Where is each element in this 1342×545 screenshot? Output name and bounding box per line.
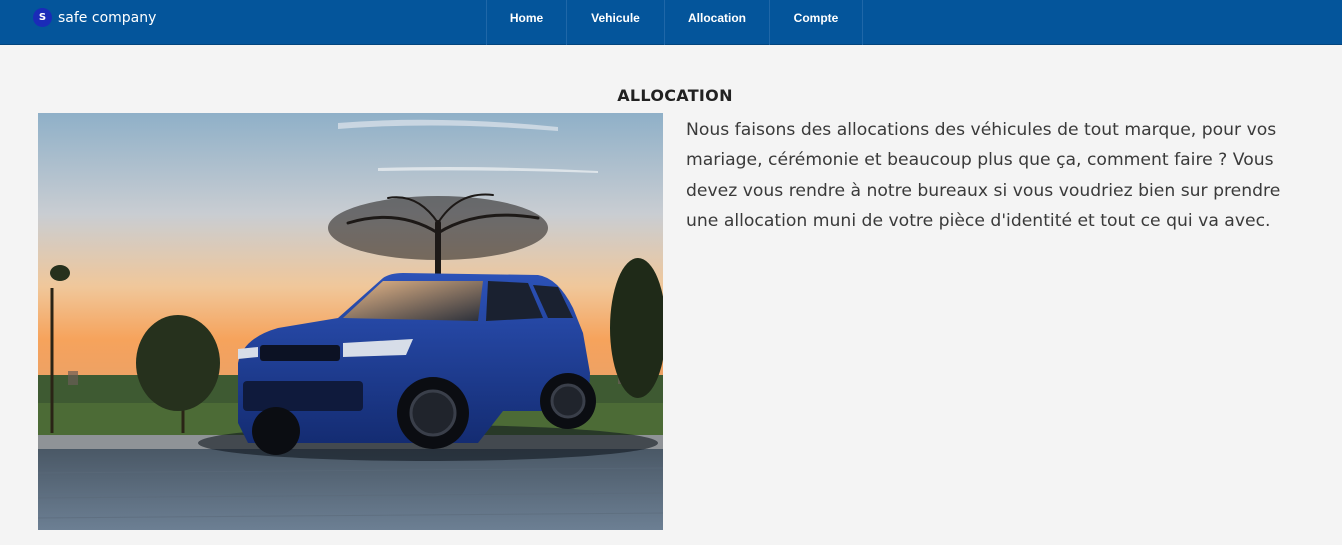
nav-item-vehicule[interactable]: Vehicule: [566, 0, 664, 45]
allocation-description: Nous faisons des allocations des véhicul…: [686, 120, 1281, 231]
letter-badge-icon: S: [33, 8, 52, 27]
nav-item-home[interactable]: Home: [486, 0, 566, 45]
nav-item-compte[interactable]: Compte: [769, 0, 863, 45]
main-nav: Home Vehicule Allocation Compte: [486, 0, 863, 45]
nav-item-allocation[interactable]: Allocation: [664, 0, 769, 45]
brand-name: safe company: [58, 9, 157, 26]
car-photo-illustration: [38, 113, 663, 530]
top-navbar: S safe company Home Vehicule Allocation …: [0, 0, 1342, 45]
brand-logo-link[interactable]: S safe company: [33, 8, 156, 27]
hero-car-image: [38, 113, 663, 530]
page-title: ALLOCATION: [617, 86, 733, 105]
